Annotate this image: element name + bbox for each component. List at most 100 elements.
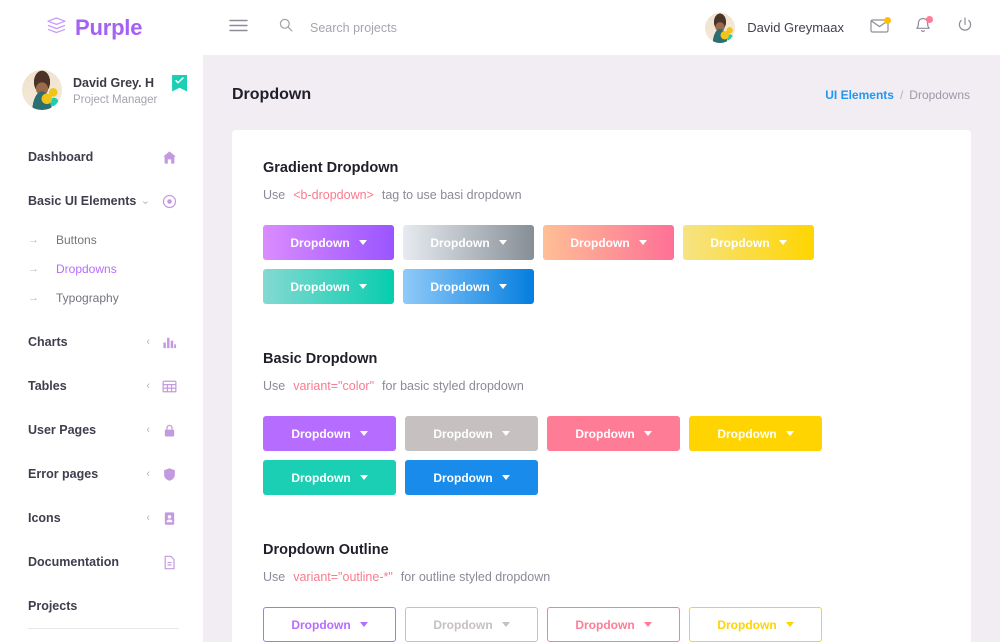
hamburger-icon[interactable] [229, 19, 248, 37]
navbar-right: David Greymaax [705, 12, 973, 43]
sidebar-section-label: Projects [28, 599, 78, 613]
navbar-user[interactable]: David Greymaax [705, 12, 844, 43]
breadcrumb-separator: / [899, 88, 904, 102]
dropdown-button[interactable]: Dropdown [263, 225, 394, 260]
caret-down-icon [785, 622, 794, 627]
caret-down-icon [778, 240, 787, 245]
mail-badge [884, 16, 891, 24]
dropdown-button-row: Dropdown Dropdown Dropdown Dropdown [263, 607, 940, 642]
sidebar-item-error-pages[interactable]: Error pages ‹ [0, 452, 203, 496]
dropdown-button[interactable]: Dropdown [689, 416, 822, 451]
dropdown-button[interactable]: Dropdown [263, 269, 394, 304]
breadcrumb-parent[interactable]: UI Elements [825, 88, 894, 102]
sidebar-item-label: Charts [28, 335, 68, 349]
description-prefix: Use [263, 570, 286, 584]
envelope-icon[interactable] [870, 16, 891, 38]
sidebar-item-documentation[interactable]: Documentation [0, 540, 203, 584]
arrow-right-icon: → [28, 262, 39, 275]
section-description: Use variant="outline-*" for outline styled… [263, 570, 940, 584]
chevron-down-icon[interactable]: ⌄ [141, 195, 150, 207]
description-code: variant="outline-*" [293, 570, 393, 584]
dropdown-button-label: Dropdown [717, 617, 777, 632]
dropdown-button[interactable]: Dropdown [263, 460, 396, 495]
search-input[interactable] [310, 20, 540, 35]
caret-down-icon [501, 622, 510, 627]
sidebar-item-charts[interactable]: Charts ‹ [0, 320, 203, 364]
brand-logo[interactable]: Purple [0, 0, 203, 55]
dropdown-button-row: Dropdown Dropdown [263, 269, 940, 304]
sidebar-subitem-dropdowns[interactable]: → Dropdowns [0, 254, 203, 283]
sidebar-subitem-typography[interactable]: → Typography [0, 283, 203, 312]
dropdown-button[interactable]: Dropdown [403, 269, 534, 304]
chevron-left-icon[interactable]: ‹ [146, 512, 150, 524]
sidebar-item-icons[interactable]: Icons ‹ [0, 496, 203, 540]
caret-down-icon [359, 431, 368, 436]
description-prefix: Use [263, 188, 286, 202]
caret-down-icon [498, 284, 507, 289]
sidebar-submenu: → Buttons → Dropdowns → Typography [0, 223, 203, 320]
section-gradient-dropdown: Gradient Dropdown Use <b-dropdown> tag to u… [263, 160, 940, 304]
avatar [705, 12, 736, 43]
description-suffix: for outline styled dropdown [400, 570, 551, 584]
sidebar-section-projects[interactable]: Projects [0, 584, 203, 628]
dropdown-button-label: Dropdown [291, 470, 351, 485]
dropdown-button-label: Dropdown [710, 235, 770, 250]
bell-icon[interactable] [915, 15, 933, 39]
top-navbar: David Greymaax [203, 0, 1000, 55]
sidebar-item-label: Documentation [28, 555, 119, 569]
target-icon [162, 194, 177, 209]
chevron-left-icon[interactable]: ‹ [146, 380, 150, 392]
sidebar-item-dashboard[interactable]: Dashboard [0, 135, 203, 179]
section-dropdown-outline: Dropdown Outline Use variant="outline-*" fo… [263, 542, 940, 642]
dropdown-button[interactable]: Dropdown [263, 607, 396, 642]
description-suffix: tag to use basi dropdown [381, 188, 522, 202]
sidebar-item-user-pages[interactable]: User Pages ‹ [0, 408, 203, 452]
section-description: Use <b-dropdown> tag to use basi dropdown [263, 188, 940, 202]
sidebar-nav: Dashboard Basic UI Elements ⌄ → Buttons → Drop… [0, 125, 203, 629]
caret-down-icon [501, 431, 510, 436]
dropdown-button-label: Dropdown [433, 426, 493, 441]
chevron-left-icon[interactable]: ‹ [146, 468, 150, 480]
dropdown-button-label: Dropdown [430, 235, 490, 250]
breadcrumb-current: Dropdowns [909, 88, 970, 102]
caret-down-icon [638, 240, 647, 245]
dropdown-button-label: Dropdown [290, 235, 350, 250]
description-suffix: for basic styled dropdown [382, 379, 524, 393]
home-icon [162, 150, 177, 165]
caret-down-icon [498, 240, 507, 245]
dropdown-button[interactable]: Dropdown [403, 225, 534, 260]
dropdown-button[interactable]: Dropdown [405, 460, 538, 495]
chevron-left-icon[interactable]: ‹ [146, 336, 150, 348]
power-icon[interactable] [957, 17, 973, 38]
sidebar-item-label: Icons [28, 511, 61, 525]
dropdown-button[interactable]: Dropdown [547, 416, 680, 451]
dropdown-button[interactable]: Dropdown [689, 607, 822, 642]
verified-badge-icon [172, 74, 188, 92]
dropdown-button[interactable]: Dropdown [547, 607, 680, 642]
dropdown-button[interactable]: Dropdown [405, 607, 538, 642]
search-box[interactable] [279, 18, 540, 37]
dropdown-button[interactable]: Dropdown [543, 225, 674, 260]
sidebar-profile[interactable]: David Grey. H Project Manager [0, 55, 203, 125]
description-code: variant="color" [293, 379, 375, 393]
sidebar-item-label: Error pages [28, 467, 99, 481]
sidebar-subitem-label: Dropdowns [56, 261, 117, 276]
caret-down-icon [643, 431, 652, 436]
bar-chart-icon [162, 335, 177, 350]
brand-name: Purple [75, 14, 143, 40]
sidebar-item-basic-ui-elements[interactable]: Basic UI Elements ⌄ [0, 179, 203, 223]
layers-icon [47, 16, 66, 39]
section-description: Use variant="color" for basic styled dropd… [263, 379, 940, 393]
dropdown-button[interactable]: Dropdown [683, 225, 814, 260]
sidebar-subitem-label: Buttons [56, 232, 97, 247]
sidebar-subitem-buttons[interactable]: → Buttons [0, 225, 203, 254]
search-icon [279, 18, 293, 37]
dropdown-button-label: Dropdown [291, 426, 351, 441]
sidebar-item-label: Basic UI Elements [28, 194, 137, 208]
lock-icon [162, 423, 177, 438]
sidebar-item-label: Dashboard [28, 150, 94, 164]
chevron-left-icon[interactable]: ‹ [146, 424, 150, 436]
dropdown-button[interactable]: Dropdown [405, 416, 538, 451]
dropdown-button[interactable]: Dropdown [263, 416, 396, 451]
sidebar-item-tables[interactable]: Tables ‹ [0, 364, 203, 408]
